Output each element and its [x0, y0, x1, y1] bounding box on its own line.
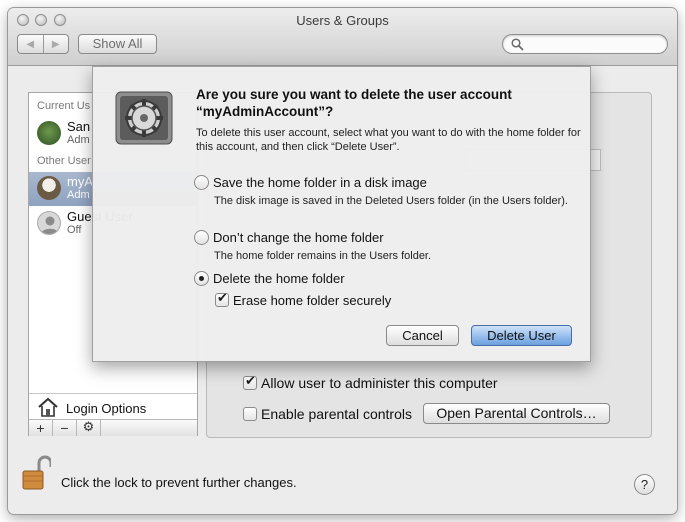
radio-delete-home[interactable]: [194, 271, 209, 286]
open-parental-controls-button[interactable]: Open Parental Controls…: [423, 403, 610, 424]
system-preferences-gear-icon: [115, 91, 173, 145]
search-input[interactable]: [502, 34, 668, 54]
erase-securely-checkbox[interactable]: [215, 291, 229, 307]
user-name: myA: [67, 174, 93, 189]
option-dont-change-label: Don’t change the home folder: [213, 230, 384, 245]
delete-user-dialog: Are you sure you want to delete the user…: [92, 66, 591, 362]
avatar-guest-icon: [37, 211, 61, 235]
add-user-button[interactable]: +: [29, 420, 53, 436]
other-users-header: Other User: [37, 155, 91, 167]
option-dont-change-sub: The home folder remains in the Users fol…: [214, 250, 432, 262]
forward-arrow-icon[interactable]: ▶: [42, 35, 69, 53]
cancel-button[interactable]: Cancel: [386, 325, 459, 346]
house-icon: [38, 397, 58, 417]
option-save-disk-image-label: Save the home folder in a disk image: [213, 175, 427, 190]
show-all-button[interactable]: Show All: [78, 34, 157, 54]
login-options-label: Login Options: [66, 401, 147, 416]
login-options-item[interactable]: Login Options: [29, 393, 197, 419]
user-role: Adm: [67, 189, 90, 201]
user-role: Adm: [67, 134, 90, 146]
title-bar: Users & Groups ◀ ▶ Show All: [8, 8, 677, 66]
dialog-description: To delete this user account, select what…: [196, 127, 581, 153]
back-forward-control: ◀ ▶: [17, 34, 69, 54]
delete-user-button[interactable]: Delete User: [471, 325, 572, 346]
avatar-flower-icon: [37, 121, 61, 145]
sidebar-controls: + − ⚙: [29, 419, 197, 436]
lock-status-text: Click the lock to prevent further change…: [61, 475, 297, 490]
parental-controls-label: Enable parental controls: [261, 406, 412, 422]
users-groups-window: Users & Groups ◀ ▶ Show All Current Us S…: [8, 8, 677, 514]
remove-user-button[interactable]: −: [53, 420, 77, 436]
allow-admin-label: Allow user to administer this computer: [261, 375, 498, 391]
parental-controls-checkbox[interactable]: [243, 407, 257, 421]
allow-admin-checkbox[interactable]: [243, 374, 257, 390]
option-save-disk-image-sub: The disk image is saved in the Deleted U…: [214, 195, 568, 207]
radio-dont-change[interactable]: [194, 230, 209, 245]
option-delete-home-label: Delete the home folder: [213, 271, 345, 286]
search-icon: [511, 38, 524, 51]
back-arrow-icon[interactable]: ◀: [18, 35, 43, 53]
help-button[interactable]: ?: [634, 474, 655, 495]
unlocked-padlock-icon[interactable]: [21, 455, 51, 491]
window-title: Users & Groups: [296, 13, 389, 28]
radio-save-disk-image[interactable]: [194, 175, 209, 190]
current-users-header: Current Us: [37, 100, 91, 112]
dialog-title: Are you sure you want to delete the user…: [196, 87, 512, 119]
user-role: Off: [67, 224, 82, 236]
erase-securely-label: Erase home folder securely: [233, 293, 392, 308]
user-name: San: [67, 119, 91, 134]
gear-icon[interactable]: ⚙: [77, 420, 101, 436]
avatar-eagle-icon: [37, 176, 61, 200]
